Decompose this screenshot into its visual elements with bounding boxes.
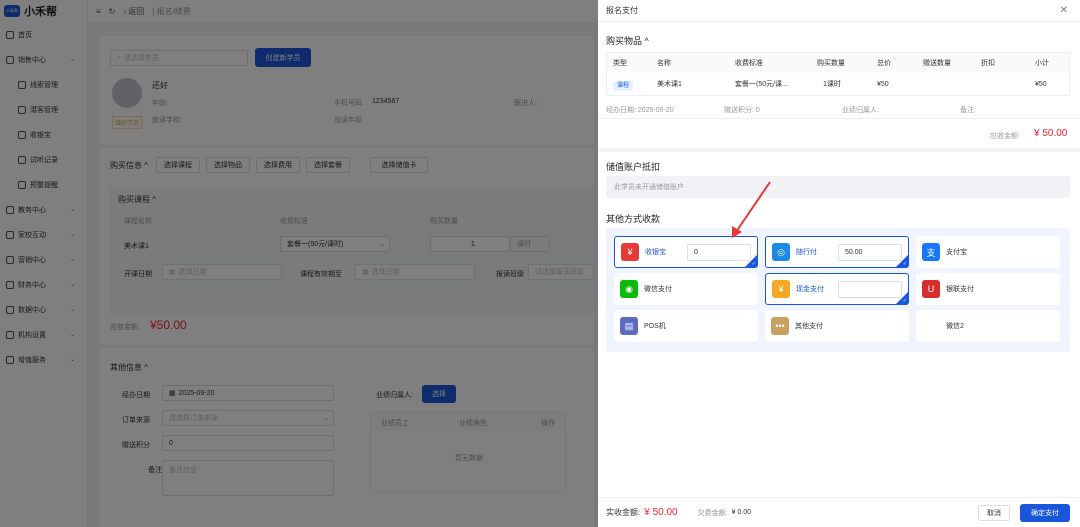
pay-method-label: 其他支付 (795, 323, 823, 330)
goods-title: 购买物品 ^ (606, 36, 649, 46)
cancel-button[interactable]: 取消 (978, 505, 1010, 521)
pay-amount-input[interactable]: 0 (687, 244, 751, 261)
goods-col-header: 购买数量 (817, 60, 845, 67)
cashier-icon: ¥ (621, 243, 639, 261)
row-qty: 1课时 (823, 81, 841, 88)
drawer-perf: 业绩归属人: (842, 107, 879, 114)
pay-method-card[interactable]: ▤ POS机 (614, 310, 758, 342)
check-icon: ✓ (751, 261, 756, 267)
pay-method-card[interactable]: 微信2 (916, 310, 1060, 342)
wechat-icon: ◉ (620, 280, 638, 298)
type-tag: 课程 (613, 80, 634, 91)
stored-account-box: 此学员未开通储值账户 (606, 176, 1070, 198)
owe-amount: ¥ 0.00 (731, 509, 752, 516)
pay-method-card[interactable]: 支支付宝 (916, 236, 1060, 268)
drawer-footer: 实收金额: ¥ 50.00 欠费金额: ¥ 0.00 取消 确定支付 (598, 497, 1080, 527)
confirm-pay-button[interactable]: 确定支付 (1020, 504, 1070, 522)
goods-table-header: 类型 名称 收费标准 购买数量 总价 赠送数量 折扣 小计 (607, 53, 1069, 73)
owe-label: 欠费金额: (697, 509, 728, 517)
close-icon[interactable]: ✕ (1060, 5, 1068, 16)
pos-icon: ▤ (620, 317, 638, 335)
goods-col-header: 折扣 (981, 60, 995, 67)
goods-col-header: 赠送数量 (923, 60, 951, 67)
row-standard: 套餐一(50元/课... (735, 81, 788, 88)
drawer-header: 报名支付 ✕ (598, 0, 1080, 22)
pay-method-label: 现金支付 (796, 286, 824, 293)
goods-col-header: 名称 (657, 60, 671, 67)
due-label: 应收金额: (990, 133, 1020, 140)
paid-label: 实收金额: (606, 508, 641, 517)
drawer-date: 经办日期: 2025-09-20 (606, 107, 674, 114)
row-name: 美术课1 (657, 81, 682, 88)
arrow-annotation (732, 181, 771, 238)
drawer-points: 赠送积分: 0 (724, 107, 760, 114)
goods-col-header: 收费标准 (735, 60, 763, 67)
pay-method-label: 收银宝 (645, 249, 666, 256)
goods-col-header: 小计 (1035, 60, 1049, 67)
pay-method-card[interactable]: ¥ 现金支付 ✓ (765, 273, 909, 305)
cash-icon: ¥ (772, 280, 790, 298)
pay-method-label: 银联支付 (946, 286, 974, 293)
pay-method-label: 支付宝 (946, 249, 967, 256)
pay-method-card[interactable]: U 银联支付 (916, 273, 1060, 305)
more-icon: ••• (771, 317, 789, 335)
pay-method-card[interactable]: ◎ 随行付 50.00 ✓ (765, 236, 909, 268)
due-amount: ¥ 50.00 (1034, 128, 1068, 139)
stored-title: 储值账户抵扣 (606, 162, 661, 172)
pay-amount-input[interactable]: 50.00 (838, 244, 902, 261)
modal-overlay[interactable] (0, 0, 598, 527)
goods-table: 类型 名称 收费标准 购买数量 总价 赠送数量 折扣 小计 课程 美术课1 套餐一(50元/课… (606, 52, 1070, 96)
check-icon: ✓ (902, 298, 907, 304)
pay-method-label: POS机 (644, 323, 666, 330)
pay-methods-panel: ¥ 收银宝 0 ✓ ◎ 随行付 50.00 ✓ 支支付宝 ◉ 微信支付 ¥ 现金支付 ✓ U 银联支付 ▤ POS… (606, 228, 1070, 352)
pay-method-card[interactable]: ◉ 微信支付 (614, 273, 758, 305)
pay-method-label: 微信2 (946, 323, 964, 330)
drawer-title: 报名支付 (606, 6, 638, 15)
pay-method-label: 随行付 (796, 249, 817, 256)
suixingfu-icon: ◎ (772, 243, 790, 261)
table-row: 课程 美术课1 套餐一(50元/课... 1课时 ¥50 ¥50 (607, 73, 1069, 95)
pay-method-label: 微信支付 (644, 286, 672, 293)
pay-method-card[interactable]: ¥ 收银宝 0 ✓ (614, 236, 758, 268)
goods-col-header: 总价 (877, 60, 891, 67)
pay-method-card[interactable]: ••• 其他支付 (765, 310, 909, 342)
alipay-icon: 支 (922, 243, 940, 261)
goods-col-header: 类型 (613, 60, 627, 67)
paid-amount: ¥ 50.00 (644, 507, 678, 518)
payment-drawer: 报名支付 ✕ 购买物品 ^ 类型 名称 收费标准 购买数量 总价 赠送数量 折扣 小计 课程 … (598, 0, 1080, 527)
check-icon: ✓ (902, 261, 907, 267)
pay-amount-input[interactable] (838, 281, 902, 298)
pay-title: 其他方式收款 (606, 214, 661, 224)
unionpay-icon: U (922, 280, 940, 298)
row-total: ¥50 (877, 80, 889, 88)
drawer-remark: 备注: (960, 107, 976, 114)
row-subtotal: ¥50 (1035, 80, 1047, 88)
